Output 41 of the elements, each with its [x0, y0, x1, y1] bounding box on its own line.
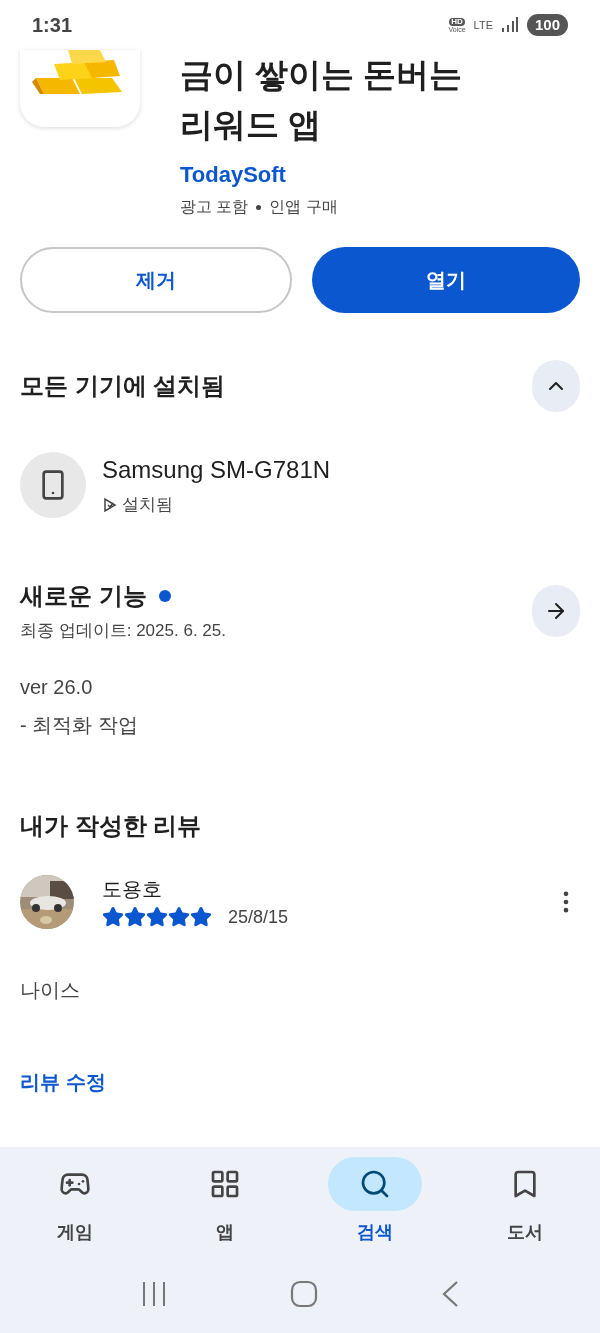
hd-label: HD: [449, 17, 465, 26]
release-note: - 최적화 작업: [20, 712, 139, 738]
grid-icon: [209, 1168, 241, 1200]
device-name: Samsung SM-G781N: [102, 455, 331, 486]
home-icon[interactable]: [290, 1280, 318, 1308]
star-icon: [190, 906, 212, 928]
install-status: 설치됨: [122, 494, 173, 517]
star-icon: [168, 906, 190, 928]
app-title: 리워드 앱: [180, 105, 323, 145]
update-date: 최종 업데이트: 2025. 6. 25.: [20, 620, 226, 642]
star-icon: [146, 906, 168, 928]
release-note: ver 26.0: [20, 674, 94, 700]
recent-apps-icon[interactable]: [141, 1281, 168, 1307]
nav-tab[interactable]: 도서: [450, 1157, 600, 1246]
back-icon[interactable]: [440, 1280, 459, 1308]
open-button[interactable]: 열기: [312, 247, 580, 313]
bullet-icon: [256, 204, 262, 210]
section-title: 새로운 기능: [20, 581, 147, 611]
developer-link[interactable]: TodaySoft: [180, 158, 463, 191]
app-meta: 광고 포함: [180, 197, 249, 217]
review-text: 나이스: [19, 977, 81, 1003]
app-title: 금이 쌓이는 돈버는: [180, 55, 463, 95]
arrow-button[interactable]: [532, 584, 580, 637]
section-title: 모든 기기에 설치됨: [20, 371, 226, 401]
nav-tab[interactable]: 앱: [150, 1157, 300, 1246]
app-meta: 인앱 구매: [269, 197, 338, 217]
network-label: LTE: [473, 19, 493, 31]
review-date: 25/8/15: [228, 905, 289, 929]
uninstall-button[interactable]: 제거: [20, 247, 292, 313]
star-icon: [102, 906, 124, 928]
nav-tab[interactable]: 게임: [0, 1157, 150, 1246]
search-icon: [359, 1168, 391, 1200]
edit-review-link[interactable]: 리뷰 수정: [0, 1066, 126, 1097]
battery-indicator: 100: [526, 14, 568, 36]
star-icon: [124, 906, 146, 928]
section-title: 내가 작성한 리뷰: [19, 810, 203, 841]
signal-icon: [500, 17, 519, 33]
status-time: 1:31: [32, 13, 73, 38]
install-check-icon: [102, 497, 118, 513]
reviewer-name: 도용호: [102, 876, 163, 902]
nav-tab[interactable]: 검색: [300, 1157, 450, 1246]
